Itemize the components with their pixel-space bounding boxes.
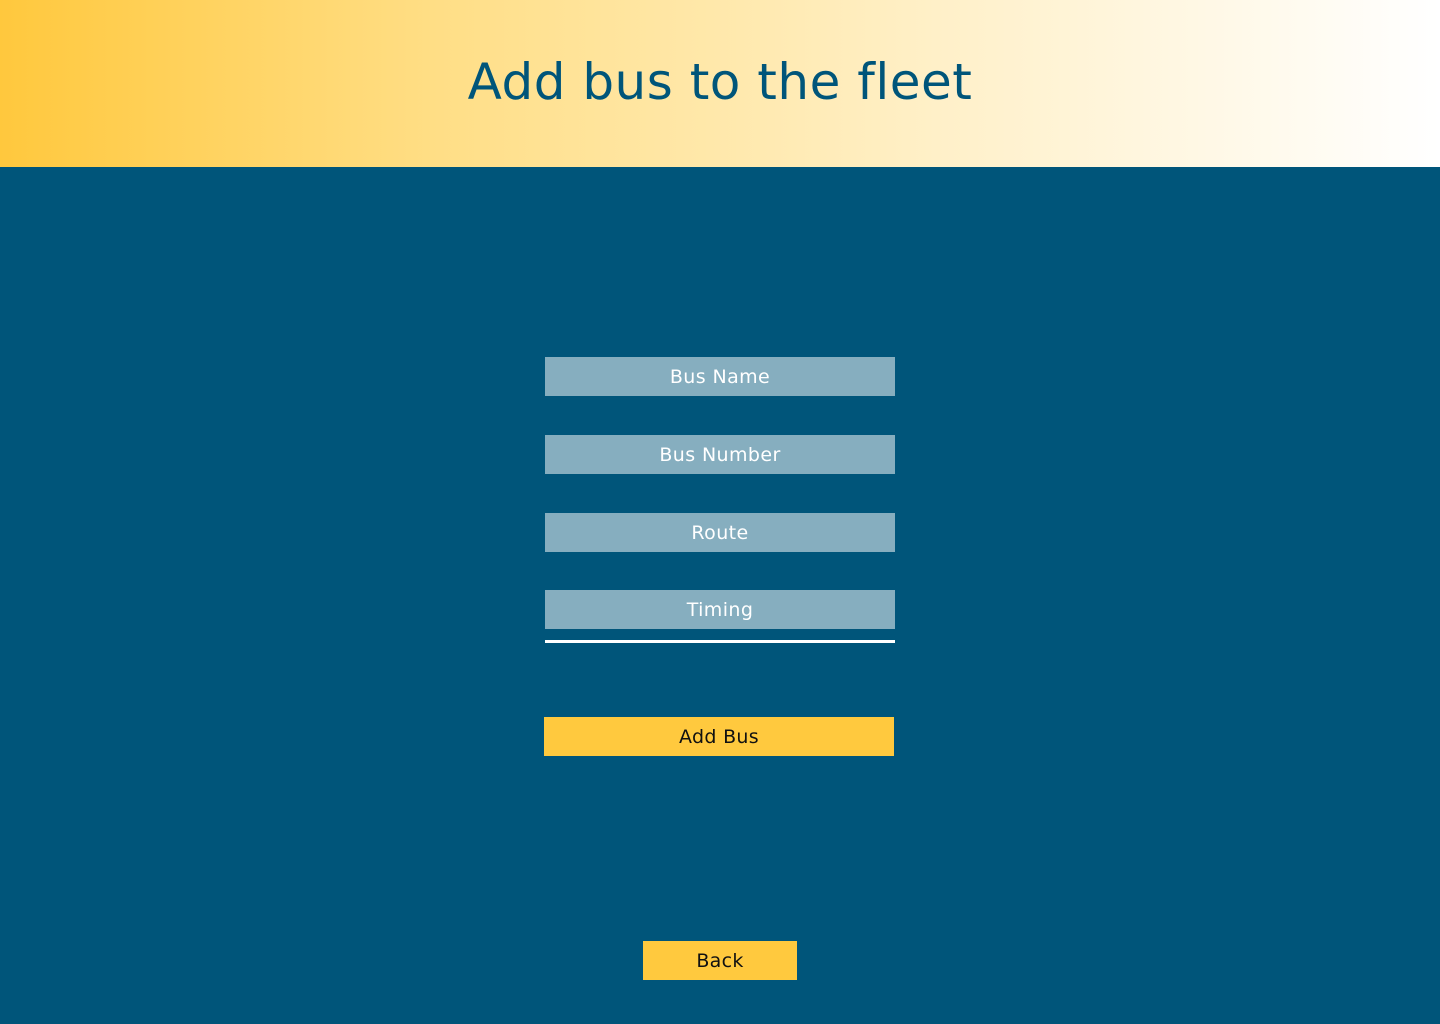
bus-name-input[interactable] xyxy=(545,357,895,396)
page-title: Add bus to the fleet xyxy=(467,53,973,111)
add-bus-button[interactable]: Add Bus xyxy=(544,717,894,756)
header-banner: Add bus to the fleet xyxy=(0,0,1440,167)
timing-input-underline xyxy=(545,640,895,643)
route-input[interactable] xyxy=(545,513,895,552)
timing-input[interactable] xyxy=(545,590,895,629)
back-button[interactable]: Back xyxy=(643,941,797,980)
page: Add bus to the fleet Add Bus Back xyxy=(0,0,1440,1024)
bus-number-input[interactable] xyxy=(545,435,895,474)
